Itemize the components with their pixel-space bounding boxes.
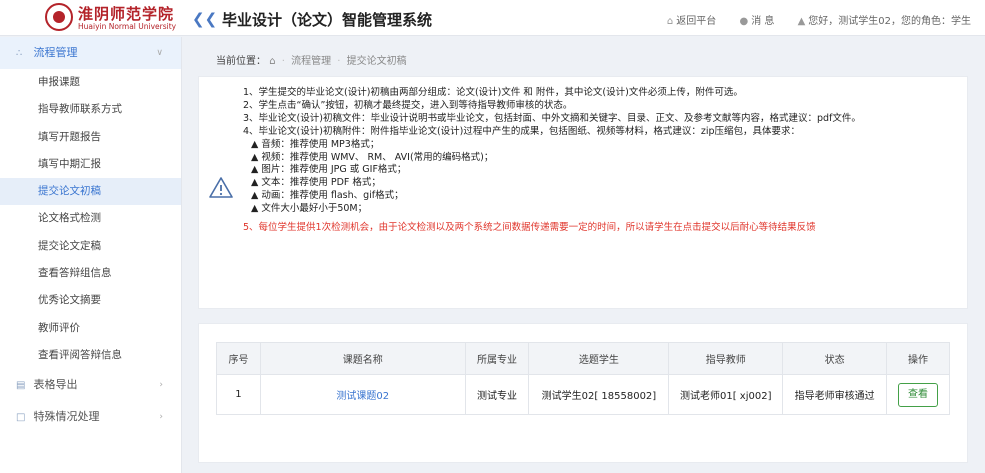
sidebar-item-defense-group[interactable]: 查看答辩组信息: [0, 260, 181, 287]
home-icon: ⌂: [666, 16, 674, 27]
format-requirement: ▲ 文本：推荐使用 PDF 格式；: [251, 177, 381, 189]
cell-major: 测试专业: [464, 374, 530, 415]
breadcrumb-separator: ·: [281, 56, 285, 67]
chevron-right-icon: ›: [159, 380, 163, 391]
instruction-line: 1、学生提交的毕业论文(设计)初稿由两部分组成：论文(设计)文件 和 附件，其中…: [243, 87, 743, 98]
table-row: 1 测试课题02 测试专业 测试学生02[ 18558002] 测试老师01[ …: [216, 374, 950, 415]
format-requirement: ▲ 视频：推荐使用 WMV、 RM、 AVI(常用的编码格式)；: [251, 151, 494, 163]
instruction-line: 2、学生点击“确认”按钮，初稿才最终提交，进入到等待指导教师审核的状态。: [243, 99, 573, 111]
sidebar-group-export[interactable]: ▤ 表格导出 ›: [0, 369, 181, 401]
cell-teacher: 测试老师01[ xj002]: [668, 374, 784, 415]
document-icon: □: [16, 412, 26, 424]
university-seal-icon: [45, 3, 73, 31]
collapse-sidebar-icon[interactable]: ❮❮: [192, 10, 217, 28]
message-icon: ●: [739, 16, 749, 27]
cell-action: 查看: [886, 374, 950, 415]
instruction-line: 3、毕业论文(设计)初稿文件：毕业设计说明书或毕业论文，包括封面、中外文摘和关键…: [243, 112, 861, 124]
sidebar-item-advisor-contact[interactable]: 指导教师联系方式: [0, 96, 181, 123]
breadcrumb-level2: 提交论文初稿: [346, 56, 407, 67]
warning-icon: [209, 177, 233, 198]
sidebar-item-midterm-report[interactable]: 填写中期汇报: [0, 151, 181, 178]
breadcrumb-home-icon[interactable]: ⌂: [269, 56, 275, 67]
topic-title-link[interactable]: 测试课题02: [259, 374, 466, 415]
header-actions: ⌂ 返回平台 ● 消 息 ▲ 您好，测试学生02，您的角色：学生: [647, 12, 971, 27]
breadcrumb-prefix: 当前位置：: [216, 56, 266, 67]
user-icon: ▲: [797, 16, 806, 27]
col-header-major: 所属专业: [464, 342, 530, 375]
app-title: 毕业设计（论文）智能管理系统: [222, 11, 433, 29]
user-info[interactable]: ▲ 您好，测试学生02，您的角色：学生: [788, 16, 971, 27]
messages-link[interactable]: ● 消 息: [729, 16, 774, 27]
sidebar-item-apply-topic[interactable]: 申报课题: [0, 69, 181, 96]
logo-chinese-name: 淮阴师范学院: [78, 5, 175, 23]
format-requirement: ▲ 文件大小最好小于50M；: [251, 203, 368, 215]
col-header-teacher: 指导教师: [668, 342, 784, 375]
breadcrumb-separator: ·: [337, 56, 341, 67]
topics-table: 序号 课题名称 所属专业 选题学生 指导教师 状态 操作 1 测试课题02 测试…: [216, 342, 950, 415]
view-button[interactable]: 查看: [898, 382, 938, 407]
sidebar-item-teacher-evaluation[interactable]: 教师评价: [0, 315, 181, 342]
format-requirement: ▲ 图片：推荐使用 JPG 或 GIF格式；: [251, 164, 407, 176]
sidebar-item-proposal-report[interactable]: 填写开题报告: [0, 124, 181, 151]
cell-no: 1: [216, 374, 261, 415]
return-platform-link[interactable]: ⌂ 返回平台: [657, 16, 716, 27]
sidebar-item-submit-final[interactable]: 提交论文定稿: [0, 233, 181, 260]
sidebar-item-excellent-abstracts[interactable]: 优秀论文摘要: [0, 287, 181, 314]
col-header-title: 课题名称: [259, 342, 466, 375]
topics-table-panel: 序号 课题名称 所属专业 选题学生 指导教师 状态 操作 1 测试课题02 测试…: [198, 323, 968, 463]
instruction-line: 4、毕业论文(设计)初稿附件：附件指毕业论文(设计)过程中产生的成果，包括图纸、…: [243, 125, 801, 137]
sidebar-item-review-defense-info[interactable]: 查看评阅答辩信息: [0, 342, 181, 369]
chevron-right-icon: ›: [159, 412, 163, 423]
table-icon: ▤: [16, 380, 26, 392]
col-header-no: 序号: [216, 342, 261, 375]
instructions-panel: 1、学生提交的毕业论文(设计)初稿由两部分组成：论文(设计)文件 和 附件，其中…: [198, 76, 968, 309]
detection-warning: 5、每位学生提供1次检测机会，由于论文检测以及两个系统之间数据传递需要一定的时间…: [243, 222, 816, 234]
university-logo: 淮阴师范学院 Huaiyin Normal University: [45, 3, 176, 33]
sidebar-group-special[interactable]: □ 特殊情况处理 ›: [0, 401, 181, 433]
logo-english-name: Huaiyin Normal University: [78, 22, 177, 31]
sidebar: ∴ 流程管理 ∨ 申报课题 指导教师联系方式 填写开题报告 填写中期汇报 提交论…: [0, 37, 182, 473]
breadcrumb: 当前位置： ⌂ · 流程管理 · 提交论文初稿: [216, 52, 407, 67]
cell-student: 测试学生02[ 18558002]: [528, 374, 670, 415]
col-header-student: 选题学生: [528, 342, 670, 375]
col-header-action: 操作: [886, 342, 950, 375]
col-header-status: 状态: [782, 342, 887, 375]
share-icon: ∴: [16, 48, 23, 59]
chevron-down-icon: ∨: [156, 48, 163, 58]
format-requirement: ▲ 动画：推荐使用 flash、gif格式；: [251, 190, 404, 202]
sidebar-item-submit-draft[interactable]: 提交论文初稿: [0, 178, 181, 206]
instructions-list: 1、学生提交的毕业论文(设计)初稿由两部分组成：论文(设计)文件 和 附件，其中…: [243, 87, 861, 235]
breadcrumb-level1[interactable]: 流程管理: [291, 56, 331, 67]
cell-status: 指导老师审核通过: [782, 374, 887, 415]
top-header: 淮阴师范学院 Huaiyin Normal University ❮❮ 毕业设计…: [0, 0, 985, 36]
sidebar-group-process[interactable]: ∴ 流程管理 ∨: [0, 37, 181, 69]
table-header-row: 序号 课题名称 所属专业 选题学生 指导教师 状态 操作: [216, 342, 950, 375]
format-requirement: ▲ 音频：推荐使用 MP3格式；: [251, 138, 380, 150]
sidebar-item-format-check[interactable]: 论文格式检测: [0, 205, 181, 232]
